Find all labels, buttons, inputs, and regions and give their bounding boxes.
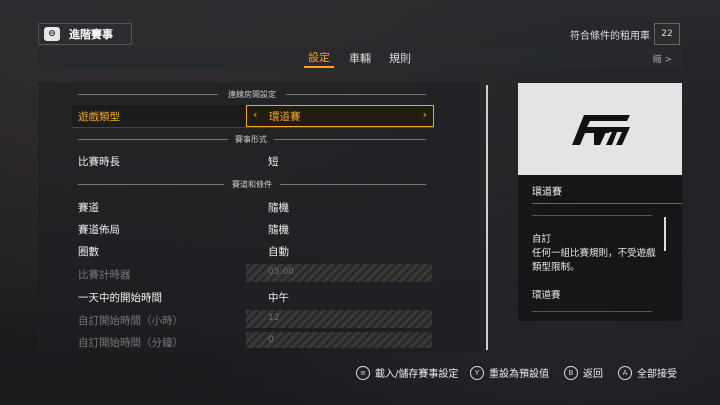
forza-motorsport-logo-icon	[572, 115, 630, 145]
layout-label[interactable]: 賽道佈局	[78, 222, 120, 237]
start-time-value[interactable]: 中午	[268, 290, 289, 305]
custom-minute-label: 自訂開始時間（分鐘）	[78, 337, 183, 349]
tab-collapse-hint[interactable]: 縮 >	[653, 52, 672, 65]
reset-button[interactable]: Y 重設為預設值	[470, 365, 549, 380]
tab-settings[interactable]: 設定	[304, 47, 334, 68]
description-panel: 環道賽 自訂 任何一組比賽規則，不受遊戲類型限制。 環道賽	[518, 175, 682, 321]
game-type-row[interactable]: 遊戲類型 ‹ 環道賽 ›	[72, 105, 434, 128]
game-type-value: 環道賽	[269, 111, 301, 123]
tab-bar: 設定 車輛 規則 縮 >	[38, 47, 682, 68]
tab-rules[interactable]: 規則	[382, 47, 418, 68]
section-track: 賽道和條件	[232, 180, 272, 189]
custom-description: 任何一組比賽規則，不受遊戲類型限制。	[532, 248, 656, 273]
race-timer-label: 比賽計時器	[78, 269, 131, 281]
track-label[interactable]: 賽道	[78, 200, 99, 215]
race-timer-field: 05:00	[246, 264, 432, 282]
forza-logo-icon: ⊖	[44, 27, 60, 41]
section-format: 賽事形式	[235, 135, 267, 144]
b-button-icon: B	[564, 365, 578, 380]
section-lobby: 連線房間設定	[228, 90, 276, 99]
section-divider	[280, 184, 426, 185]
race-length-label[interactable]: 比賽時長	[78, 154, 120, 169]
custom-hour-value: 12	[268, 313, 280, 323]
menu-button-icon: ≡	[356, 365, 370, 380]
section-divider	[78, 184, 224, 185]
chevron-left-icon[interactable]: ‹	[253, 108, 257, 121]
laps-label[interactable]: 圈數	[78, 244, 99, 259]
load-save-button[interactable]: ≡ 載入/儲存賽事設定	[356, 365, 458, 380]
load-save-label: 載入/儲存賽事設定	[375, 369, 459, 380]
game-type-preview	[518, 83, 682, 175]
start-time-label[interactable]: 一天中的開始時間	[78, 290, 162, 305]
section-divider	[78, 139, 228, 140]
y-button-icon: Y	[470, 365, 484, 380]
description-divider	[532, 215, 652, 216]
description-scrollbar[interactable]	[664, 217, 666, 251]
panel-divider	[486, 85, 488, 350]
page-title: 進階賽事	[69, 28, 113, 41]
custom-title: 自訂	[532, 234, 552, 245]
accept-all-label: 全部接受	[637, 369, 677, 380]
circuit-title: 環道賽	[532, 290, 561, 301]
tab-cars[interactable]: 車輛	[342, 47, 378, 68]
custom-hour-label: 自訂開始時間（小時）	[78, 315, 183, 327]
header-badge: ⊖ 進階賽事	[38, 23, 132, 45]
back-button[interactable]: B 返回	[564, 365, 603, 380]
reset-label: 重設為預設值	[489, 369, 549, 380]
back-label: 返回	[583, 369, 603, 380]
section-divider	[274, 139, 426, 140]
laps-value[interactable]: 自動	[268, 244, 289, 259]
rental-cars-count: 22	[654, 23, 680, 45]
custom-hour-field: 12	[246, 310, 432, 328]
race-timer-value: 05:00	[268, 267, 294, 277]
custom-minute-field: 0	[246, 332, 432, 348]
a-button-icon: A	[618, 365, 632, 380]
layout-value[interactable]: 隨機	[268, 222, 289, 237]
rental-cars-label: 符合條件的租用車	[570, 31, 650, 42]
game-type-selector[interactable]: ‹ 環道賽 ›	[246, 105, 434, 127]
chevron-right-icon[interactable]: ›	[423, 108, 427, 121]
description-divider	[532, 311, 652, 312]
race-length-value[interactable]: 短	[268, 154, 279, 169]
track-value[interactable]: 隨機	[268, 200, 289, 215]
section-divider	[286, 94, 426, 95]
description-divider	[532, 203, 682, 204]
accept-all-button[interactable]: A 全部接受	[618, 365, 677, 380]
description-title: 環道賽	[532, 187, 562, 198]
section-divider	[78, 94, 218, 95]
game-type-label: 遊戲類型	[78, 111, 120, 123]
custom-minute-value: 0	[268, 335, 274, 345]
